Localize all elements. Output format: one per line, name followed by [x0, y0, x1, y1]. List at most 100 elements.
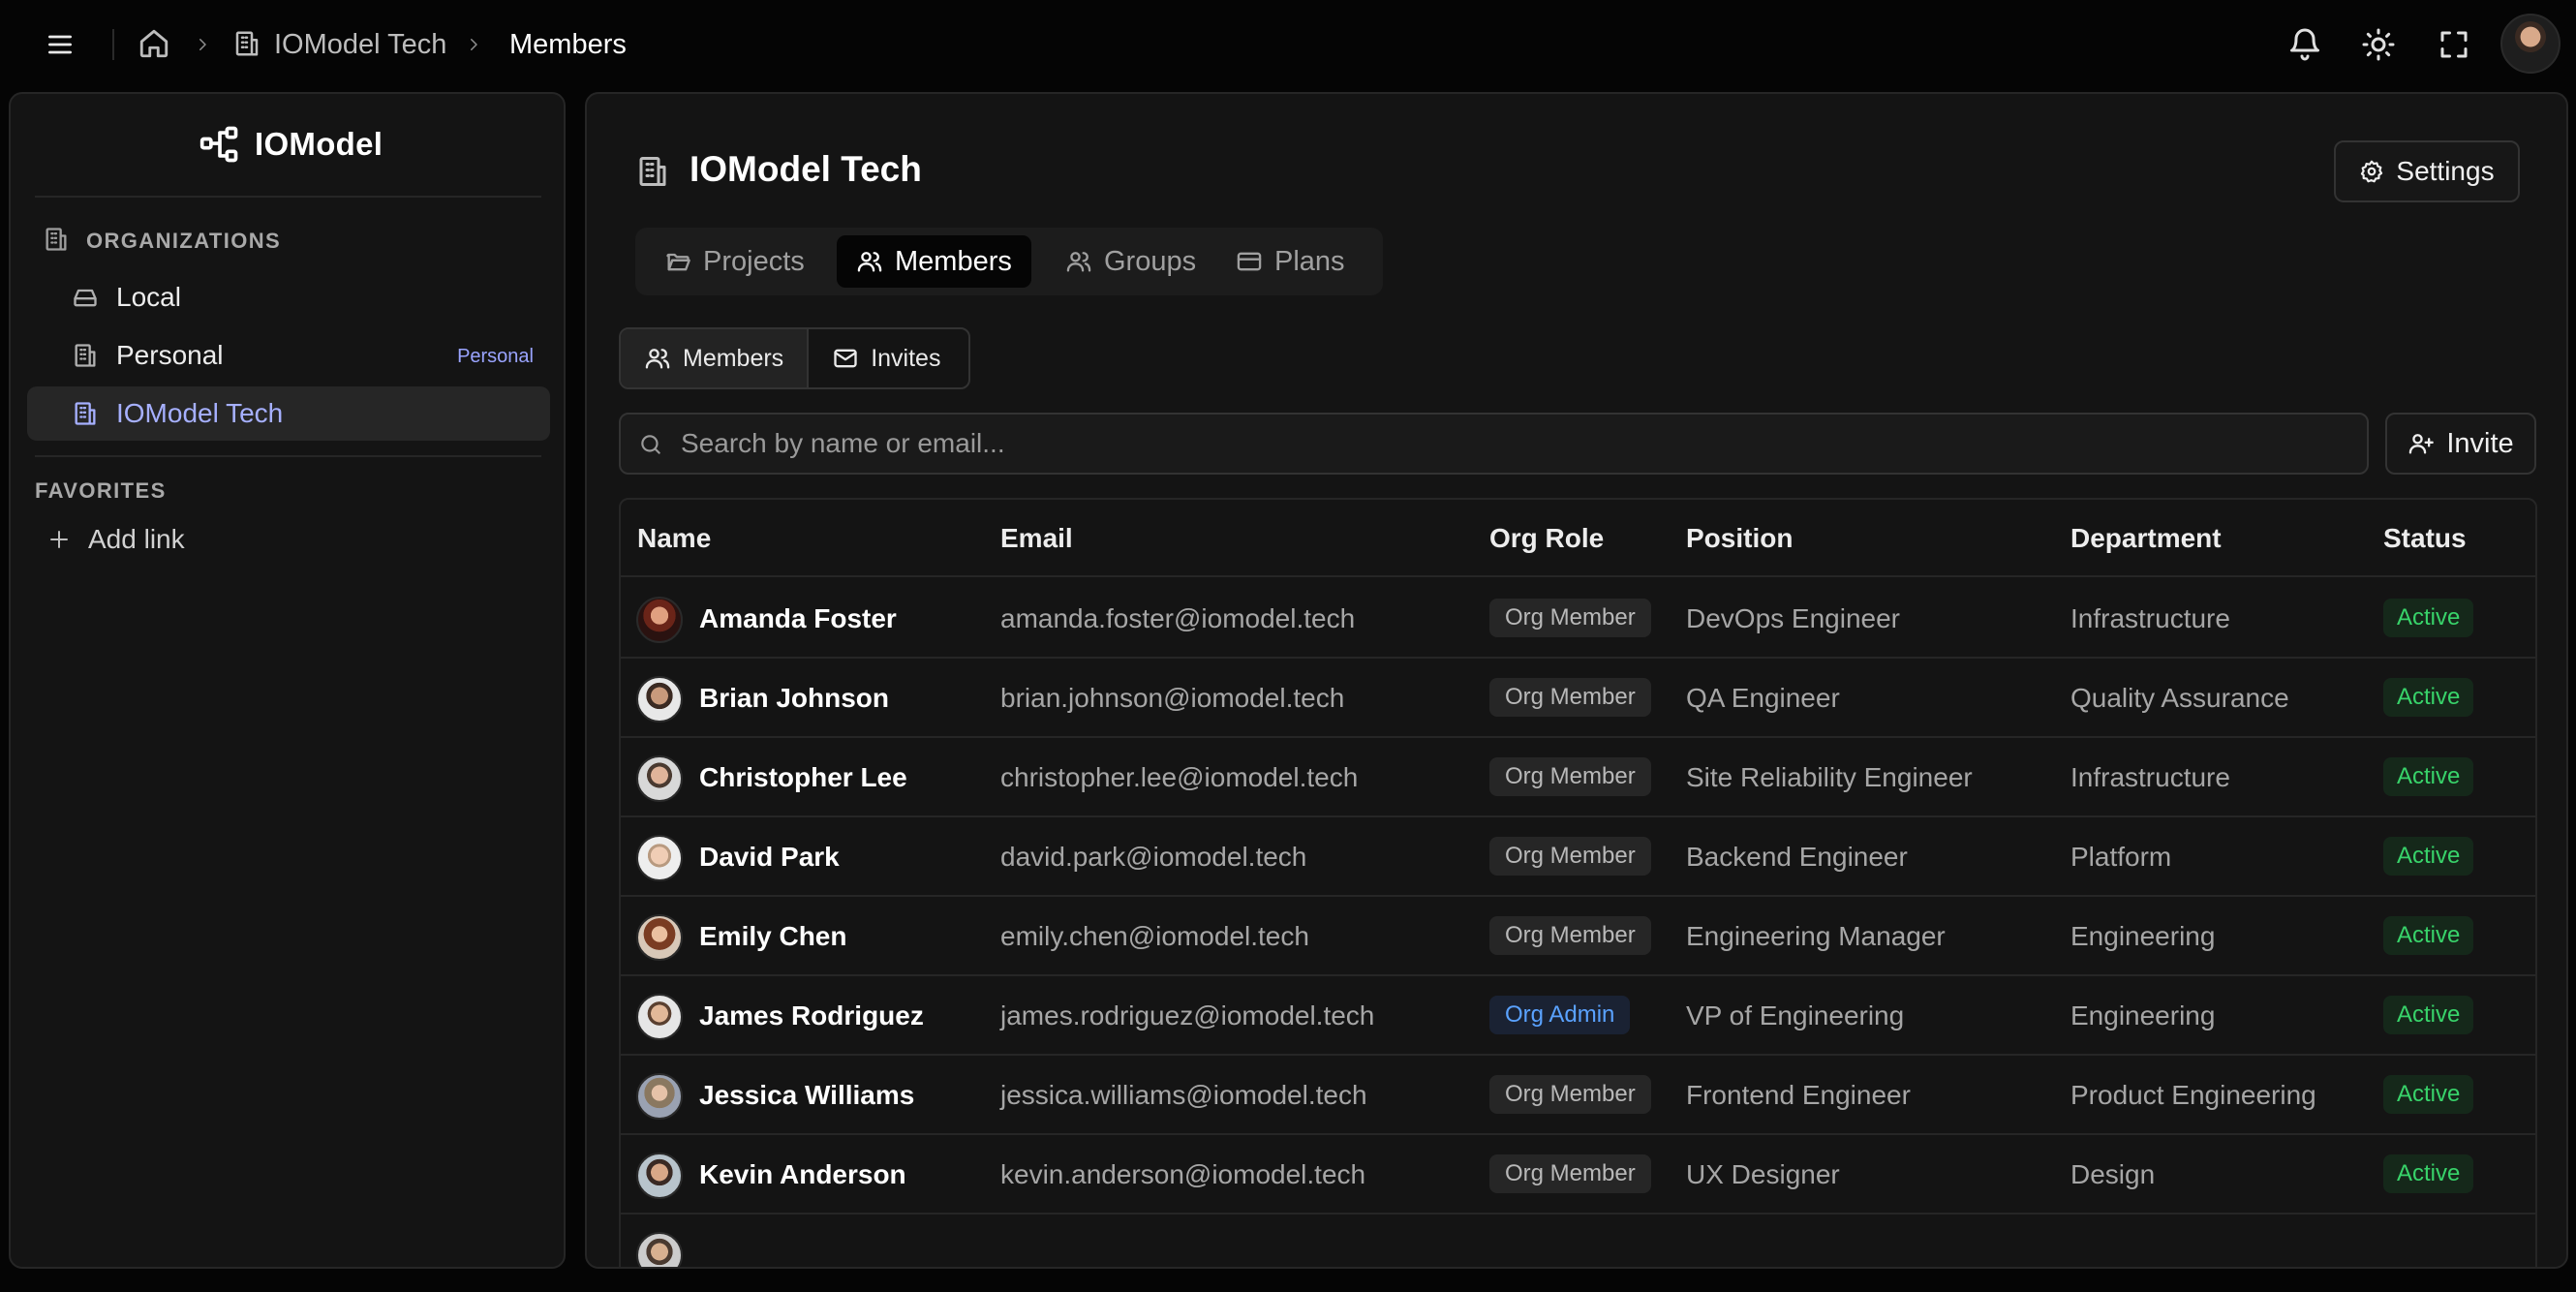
credit-card-icon: [1236, 248, 1263, 275]
tab-groups[interactable]: Groups: [1046, 235, 1215, 288]
menu-icon[interactable]: [43, 29, 77, 60]
building-icon: [635, 152, 670, 191]
logo-mark-icon: [199, 123, 241, 166]
sun-icon[interactable]: [2361, 27, 2396, 62]
member-email: emily.chen@iomodel.tech: [1000, 921, 1309, 951]
tab-label: Projects: [703, 245, 805, 277]
table-row[interactable]: Amanda Foster amanda.foster@iomodel.tech…: [621, 579, 2535, 659]
member-department: Product Engineering: [2070, 1080, 2316, 1110]
add-link-label: Add link: [88, 524, 185, 554]
status-badge: Active: [2383, 757, 2474, 796]
search-icon: [638, 432, 663, 457]
table-row[interactable]: Christopher Lee christopher.lee@iomodel.…: [621, 738, 2535, 817]
tab-plans[interactable]: Plans: [1216, 235, 1365, 288]
member-position: QA Engineer: [1686, 683, 1840, 713]
invite-label: Invite: [2446, 427, 2514, 459]
chevron-right-icon: [465, 35, 482, 54]
avatar: [636, 1153, 683, 1199]
members-invites-toggle: Members Invites: [619, 327, 970, 389]
member-name: Kevin Anderson: [699, 1159, 906, 1189]
sidebar-org-iomodel-tech[interactable]: IOModel Tech: [27, 386, 550, 441]
table-row[interactable]: Emily Chen emily.chen@iomodel.tech Org M…: [621, 897, 2535, 976]
column-header-department[interactable]: Department: [2070, 523, 2222, 554]
member-name: Brian Johnson: [699, 683, 890, 713]
avatar: [636, 597, 683, 643]
member-name: James Rodriguez: [699, 1000, 924, 1031]
avatar: [636, 676, 683, 723]
member-name: Jessica Williams: [699, 1080, 915, 1110]
sidebar-org-label: IOModel Tech: [116, 398, 284, 428]
user-plus-icon: [2407, 430, 2435, 457]
column-header-email[interactable]: Email: [1000, 523, 1073, 554]
member-email: jessica.williams@iomodel.tech: [1000, 1080, 1367, 1110]
table-row[interactable]: Kevin Anderson kevin.anderson@iomodel.te…: [621, 1135, 2535, 1215]
role-badge: Org Member: [1489, 916, 1651, 955]
table-header: Name Email Org Role Position Department …: [621, 500, 2535, 577]
logo[interactable]: IOModel: [199, 123, 383, 166]
member-department: Platform: [2070, 842, 2172, 872]
avatar: [636, 1232, 683, 1267]
table-row[interactable]: Brian Johnson brian.johnson@iomodel.tech…: [621, 659, 2535, 738]
status-badge: Active: [2383, 837, 2474, 876]
sidebar-org-local[interactable]: Local: [27, 270, 550, 324]
avatar: [636, 994, 683, 1040]
search-input[interactable]: [681, 415, 2327, 473]
page-title: IOModel Tech: [690, 149, 922, 189]
divider: [35, 455, 541, 457]
column-header-role[interactable]: Org Role: [1489, 523, 1604, 554]
member-email: christopher.lee@iomodel.tech: [1000, 762, 1359, 792]
member-department: Design: [2070, 1159, 2156, 1189]
breadcrumb-org[interactable]: IOModel Tech: [274, 28, 446, 61]
member-name: David Park: [699, 842, 840, 872]
settings-button[interactable]: Settings: [2334, 140, 2520, 202]
avatar: [636, 755, 683, 802]
column-header-name[interactable]: Name: [637, 523, 711, 554]
plus-icon: [47, 528, 71, 551]
fullscreen-icon[interactable]: [2437, 27, 2471, 62]
member-position: Frontend Engineer: [1686, 1080, 1911, 1110]
users-icon: [644, 345, 671, 372]
member-name: Emily Chen: [699, 921, 847, 951]
building-icon: [72, 400, 99, 427]
role-badge: Org Member: [1489, 837, 1651, 876]
segment-label: Members: [683, 344, 784, 372]
bell-icon[interactable]: [2287, 27, 2322, 62]
member-position: UX Designer: [1686, 1159, 1840, 1189]
table-row[interactable]: Jessica Williams jessica.williams@iomode…: [621, 1056, 2535, 1135]
user-avatar[interactable]: [2500, 14, 2561, 74]
sidebar: IOModel ORGANIZATIONS Local Personal Per…: [9, 92, 566, 1269]
personal-badge: Personal: [457, 346, 534, 367]
segment-invites[interactable]: Invites: [809, 329, 964, 387]
sidebar-org-personal[interactable]: Personal Personal: [27, 328, 550, 383]
segment-members[interactable]: Members: [621, 329, 810, 387]
breadcrumb-current: Members: [509, 29, 627, 60]
tab-projects[interactable]: Projects: [645, 235, 824, 288]
segment-label: Invites: [871, 344, 941, 372]
invite-button[interactable]: Invite: [2385, 413, 2536, 475]
folder-icon: [664, 248, 691, 275]
tab-members[interactable]: Members: [837, 235, 1031, 288]
status-badge: Active: [2383, 996, 2474, 1034]
table-row[interactable]: David Park david.park@iomodel.tech Org M…: [621, 817, 2535, 897]
add-link-button[interactable]: Add link: [47, 520, 185, 559]
mail-icon: [832, 345, 859, 372]
members-table: Name Email Org Role Position Department …: [619, 498, 2537, 1267]
member-position: DevOps Engineer: [1686, 603, 1901, 633]
column-header-position[interactable]: Position: [1686, 523, 1793, 554]
status-badge: Active: [2383, 916, 2474, 955]
member-email: amanda.foster@iomodel.tech: [1000, 603, 1356, 633]
users-icon: [1065, 248, 1092, 275]
column-header-status[interactable]: Status: [2383, 523, 2467, 554]
users-icon: [856, 248, 883, 275]
table-row[interactable]: [621, 1215, 2535, 1267]
table-row[interactable]: James Rodriguez james.rodriguez@iomodel.…: [621, 976, 2535, 1056]
gear-icon: [2359, 159, 2384, 184]
home-icon[interactable]: [138, 27, 170, 60]
member-name: Christopher Lee: [699, 762, 907, 792]
member-position: Backend Engineer: [1686, 842, 1908, 872]
member-email: james.rodriguez@iomodel.tech: [1000, 1000, 1375, 1031]
divider: [112, 29, 114, 60]
settings-label: Settings: [2396, 156, 2495, 186]
divider: [35, 196, 541, 198]
member-email: david.park@iomodel.tech: [1000, 842, 1307, 872]
